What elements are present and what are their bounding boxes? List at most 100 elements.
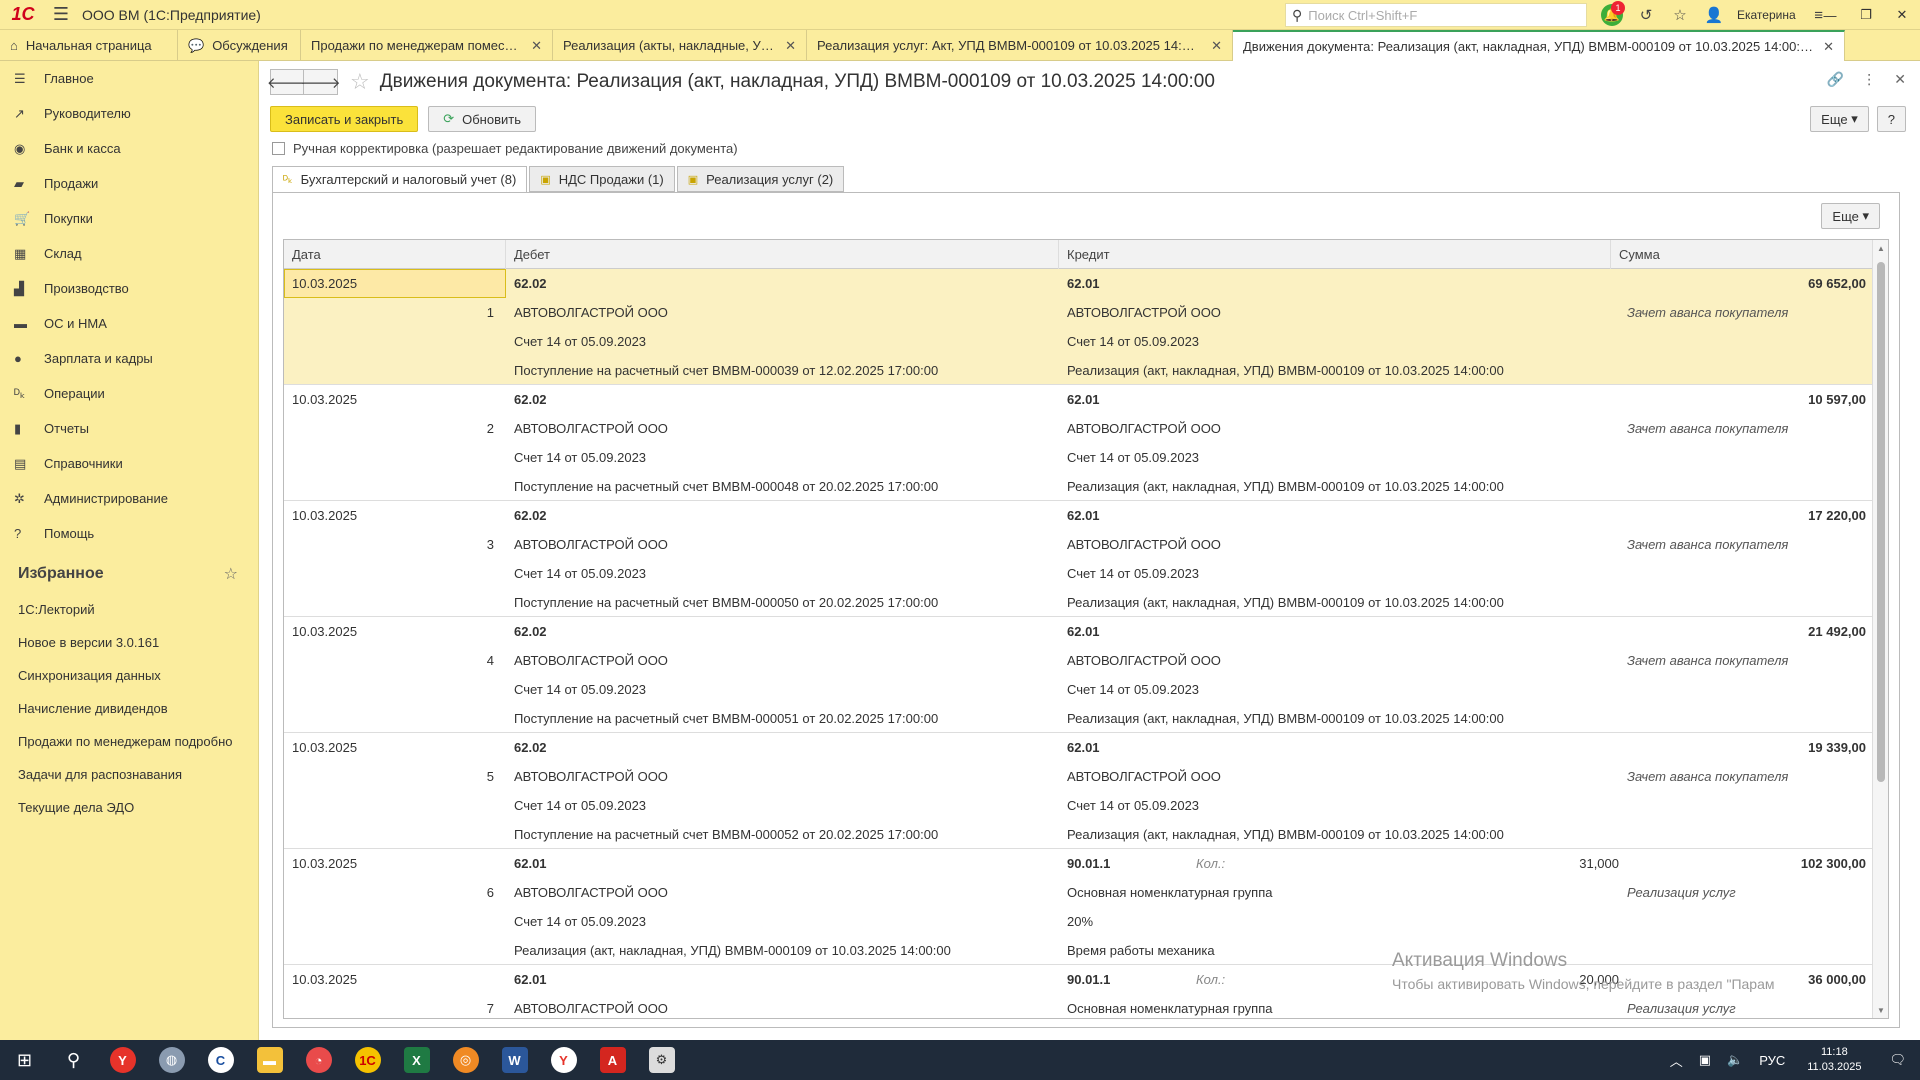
grid-more-button[interactable]: Еще ▾ [1821, 203, 1880, 229]
history-icon[interactable]: ↺ [1629, 0, 1663, 30]
column-header-debit[interactable]: Дебет [506, 240, 1059, 269]
favorite-link[interactable]: Начисление дивидендов [0, 692, 258, 725]
add-to-favorites-icon[interactable]: ☆ [350, 69, 370, 95]
user-name[interactable]: Екатерина [1731, 8, 1802, 22]
notifications-button[interactable]: 🔔 1 [1595, 0, 1629, 30]
minimize-icon[interactable]: — [1812, 0, 1848, 30]
chrome-like-icon[interactable]: C [196, 1040, 245, 1080]
forward-button[interactable]: 🡒 [300, 69, 341, 95]
sidebar-item-7[interactable]: ▟ Производство [0, 271, 258, 306]
tray-sound-icon[interactable]: 🔈 [1719, 1052, 1751, 1068]
app-orange-icon[interactable]: ◎ [441, 1040, 490, 1080]
sidebar-item-10[interactable]: ᴰₖ Операции [0, 376, 258, 411]
sidebar-item-12[interactable]: ▤ Справочники [0, 446, 258, 481]
tab-1[interactable]: ⌂ Начальная страница [0, 30, 178, 61]
table-row[interactable]: 10.03.2025 1 62.02 АВТОВОЛГАСТРОЙ ООО Счет 1… [284, 269, 1874, 385]
vertical-scrollbar[interactable]: ▲ ▼ [1872, 240, 1888, 1018]
chart-icon: ▮ [14, 420, 22, 436]
favorite-link[interactable]: Синхронизация данных [0, 659, 258, 692]
debit-account: 62.01 [514, 856, 547, 871]
sidebar-item-4[interactable]: ▰ Продажи [0, 166, 258, 201]
1c-enterprise-icon[interactable]: 1С [343, 1040, 392, 1080]
tray-device-icon[interactable]: ▣ [1691, 1052, 1719, 1068]
sidebar-item-11[interactable]: ▮ Отчеты [0, 411, 258, 446]
scrollbar-thumb[interactable] [1877, 262, 1885, 782]
favorites-star-icon[interactable]: ☆ [1663, 0, 1697, 30]
restore-icon[interactable]: ❐ [1848, 0, 1884, 30]
sidebar-item-2[interactable]: ↗ Руководителю [0, 96, 258, 131]
favorite-link[interactable]: Продажи по менеджерам подробно [0, 725, 258, 758]
checkbox-box[interactable] [272, 142, 285, 155]
word-icon[interactable]: W [490, 1040, 539, 1080]
close-tab-icon[interactable]: ✕ [785, 38, 796, 54]
pdf-reader-icon[interactable]: A [588, 1040, 637, 1080]
app-brain-icon[interactable]: ◍ [147, 1040, 196, 1080]
table-row[interactable]: 10.03.2025 5 62.02 АВТОВОЛГАСТРОЙ ООО Счет 1… [284, 733, 1874, 849]
sidebar-item-13[interactable]: ✲ Администрирование [0, 481, 258, 516]
close-form-icon[interactable]: ✕ [1894, 71, 1906, 88]
windows-start-icon[interactable]: ⊞ [0, 1040, 49, 1080]
scroll-down-icon[interactable]: ▼ [1873, 1002, 1888, 1018]
table-row[interactable]: 10.03.2025 4 62.02 АВТОВОЛГАСТРОЙ ООО Счет 1… [284, 617, 1874, 733]
title-bar: 1С ☰ ООО ВМ (1С:Предприятие) ⚲ Поиск Ctr… [0, 0, 1920, 30]
language-indicator[interactable]: РУС [1751, 1053, 1793, 1068]
sidebar-item-3[interactable]: ◉ Банк и касса [0, 131, 258, 166]
table-row[interactable]: 10.03.2025 2 62.02 АВТОВОЛГАСТРОЙ ООО Счет 1… [284, 385, 1874, 501]
refresh-button[interactable]: ⟳ Обновить [428, 106, 536, 132]
main-menu-icon[interactable]: ☰ [46, 4, 76, 25]
sidebar-item-label: Производство [44, 281, 129, 296]
back-button[interactable]: 🡐 [267, 69, 307, 95]
tab-5[interactable]: Реализация услуг: Акт, УПД ВМВМ-000109 о… [807, 30, 1233, 61]
entries-table[interactable]: Дата Дебет Кредит Сумма 10.03.2025 1 62.02… [283, 239, 1889, 1019]
column-header-date[interactable]: Дата [284, 240, 506, 269]
action-center-icon[interactable]: 🗨 [1875, 1052, 1920, 1068]
sidebar-item-1[interactable]: ☰ Главное [0, 61, 258, 96]
more-button[interactable]: Еще ▾ [1810, 106, 1869, 132]
sidebar-item-6[interactable]: ▦ Склад [0, 236, 258, 271]
column-header-credit[interactable]: Кредит [1059, 240, 1611, 269]
yandex-browser-icon[interactable]: Y [98, 1040, 147, 1080]
close-window-icon[interactable]: ✕ [1884, 0, 1920, 30]
close-tab-icon[interactable]: ✕ [1823, 39, 1834, 55]
tab-3[interactable]: Продажи по менеджерам помесячно ✕ [301, 30, 553, 61]
scroll-up-icon[interactable]: ▲ [1873, 240, 1888, 256]
manual-edit-checkbox[interactable]: Ручная корректировка (разрешает редактир… [272, 141, 738, 156]
tab-4[interactable]: Реализация (акты, накладные, УПД) ✕ [553, 30, 807, 61]
tab-6[interactable]: Движения документа: Реализация (акт, нак… [1233, 30, 1845, 61]
entry-date: 10.03.2025 [292, 972, 358, 987]
kebab-menu-icon[interactable]: ⋮ [1862, 71, 1876, 88]
sidebar-item-8[interactable]: ▬ ОС и НМА [0, 306, 258, 341]
favorite-link[interactable]: Новое в версии 3.0.161 [0, 626, 258, 659]
save-and-close-button[interactable]: Записать и закрыть [270, 106, 419, 132]
app-robot-icon[interactable]: ⚙ [637, 1040, 686, 1080]
taskbar-search-icon[interactable]: ⚲ [49, 1040, 98, 1080]
tab-2[interactable]: 💬 Обсуждения [178, 30, 301, 61]
entry-sum: 36 000,00 [1808, 972, 1866, 987]
favorite-link[interactable]: 1С:Лекторий [0, 593, 258, 626]
favorite-link[interactable]: Задачи для распознавания [0, 758, 258, 791]
file-explorer-icon[interactable]: ▬ [245, 1040, 294, 1080]
app-red-round-icon[interactable]: ◔ [294, 1040, 343, 1080]
sidebar-item-5[interactable]: 🛒 Покупки [0, 201, 258, 236]
favorite-link[interactable]: Текущие дела ЭДО [0, 791, 258, 824]
user-icon[interactable]: 👤 [1697, 0, 1731, 30]
close-tab-icon[interactable]: ✕ [531, 38, 542, 54]
clock[interactable]: 11:18 11.03.2025 [1793, 1045, 1875, 1075]
entry-sum: 19 339,00 [1808, 740, 1866, 755]
link-icon[interactable]: 🔗 [1827, 71, 1844, 88]
help-button[interactable]: ? [1876, 106, 1906, 132]
sidebar-item-14[interactable]: ? Помощь [0, 516, 258, 551]
close-tab-icon[interactable]: ✕ [1211, 38, 1222, 54]
register-tab-2[interactable]: ▣ НДС Продажи (1) [529, 166, 675, 192]
tray-chevron-icon[interactable]: ︿ [1662, 1051, 1691, 1070]
global-search-input[interactable]: ⚲ Поиск Ctrl+Shift+F [1285, 3, 1587, 27]
register-tab-1[interactable]: ᴰₖ Бухгалтерский и налоговый учет (8) [272, 166, 528, 193]
yandex-icon[interactable]: Y [539, 1040, 588, 1080]
excel-icon[interactable]: X [392, 1040, 441, 1080]
register-tab-3[interactable]: ▣ Реализация услуг (2) [676, 166, 845, 192]
sidebar-item-9[interactable]: ● Зарплата и кадры [0, 341, 258, 376]
favorites-star-icon[interactable]: ☆ [224, 564, 238, 584]
column-header-sum[interactable]: Сумма [1611, 240, 1874, 269]
table-row[interactable]: 10.03.2025 6 62.01 АВТОВОЛГАСТРОЙ ООО Счет 1… [284, 849, 1874, 965]
table-row[interactable]: 10.03.2025 3 62.02 АВТОВОЛГАСТРОЙ ООО Счет 1… [284, 501, 1874, 617]
